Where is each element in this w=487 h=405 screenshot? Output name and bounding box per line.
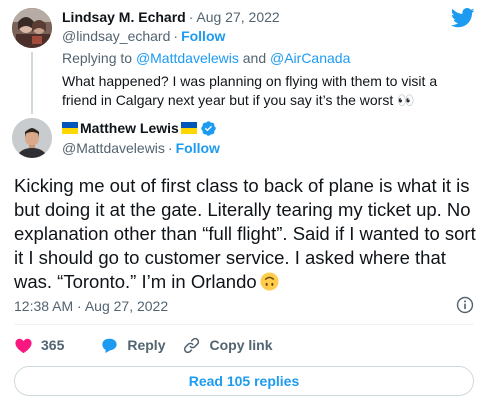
reply-author-handle[interactable]: @lindsay_echard (62, 28, 170, 44)
main-tweet-text-block: Kicking me out of first class to back of… (14, 174, 480, 294)
reply-tweet-text: What happened? I was planning on flying … (62, 73, 438, 108)
heart-icon (15, 338, 32, 353)
reply-button[interactable]: Reply (100, 336, 165, 355)
avatar-lindsay[interactable] (12, 8, 52, 48)
copy-link-label: Copy link (209, 337, 273, 353)
replying-to-label: Replying to (62, 50, 136, 66)
tweet-timestamp[interactable]: 12:38 AM · Aug 27, 2022 (14, 298, 168, 314)
main-author-name[interactable]: Matthew Lewis (80, 119, 179, 137)
follow-matthew-button[interactable]: Follow (176, 140, 220, 156)
avatar-matthew[interactable] (12, 118, 52, 158)
reply-author-name[interactable]: Lindsay M. Echard (62, 9, 186, 25)
main-author-handle[interactable]: @Mattdavelewis (62, 140, 165, 156)
upside-down-face-emoji (260, 272, 279, 291)
read-replies-label: Read 105 replies (188, 373, 300, 389)
thread-connector-line (31, 52, 33, 114)
separator-dot: · (188, 9, 194, 25)
main-handle-row: @Mattdavelewis · Follow (62, 139, 220, 157)
twitter-bird-icon[interactable] (451, 8, 475, 28)
ukraine-flag-icon (180, 122, 197, 134)
follow-lindsay-button[interactable]: Follow (181, 28, 225, 44)
reply-handle-row: @lindsay_echard · Follow (62, 28, 225, 45)
link-icon (184, 337, 200, 353)
separator-dot: · (173, 28, 179, 44)
ukraine-flag-icon (62, 122, 78, 134)
mention-aircanada[interactable]: @AirCanada (270, 50, 350, 66)
main-tweet-text: Kicking me out of first class to back of… (14, 175, 476, 292)
info-icon[interactable] (456, 296, 474, 314)
main-author-row: Matthew Lewis (62, 119, 217, 137)
mention-mattdavelewis[interactable]: @Mattdavelewis (136, 50, 239, 66)
verified-badge-icon (201, 120, 216, 136)
reply-date[interactable]: Aug 27, 2022 (196, 9, 279, 25)
avatar-lindsay-image (12, 8, 52, 48)
divider (14, 324, 474, 325)
action-bar: 365 Reply Copy link (14, 335, 273, 355)
read-replies-button[interactable]: Read 105 replies (14, 366, 474, 396)
tweet-card: Lindsay M. Echard · Aug 27, 2022 @lindsay_… (0, 0, 487, 405)
like-count: 365 (41, 337, 65, 353)
and-word: and (238, 50, 270, 66)
like-button[interactable]: 365 (14, 336, 64, 355)
reply-bubble-icon (102, 338, 117, 353)
reply-author-row: Lindsay M. Echard · Aug 27, 2022 (62, 9, 280, 26)
copy-link-button[interactable]: Copy link (182, 336, 273, 355)
separator-dot: · (167, 140, 173, 156)
reply-label: Reply (127, 337, 166, 353)
replying-to-line: Replying to @Mattdavelewis and @AirCanad… (62, 50, 350, 67)
avatar-matthew-image (12, 118, 52, 158)
